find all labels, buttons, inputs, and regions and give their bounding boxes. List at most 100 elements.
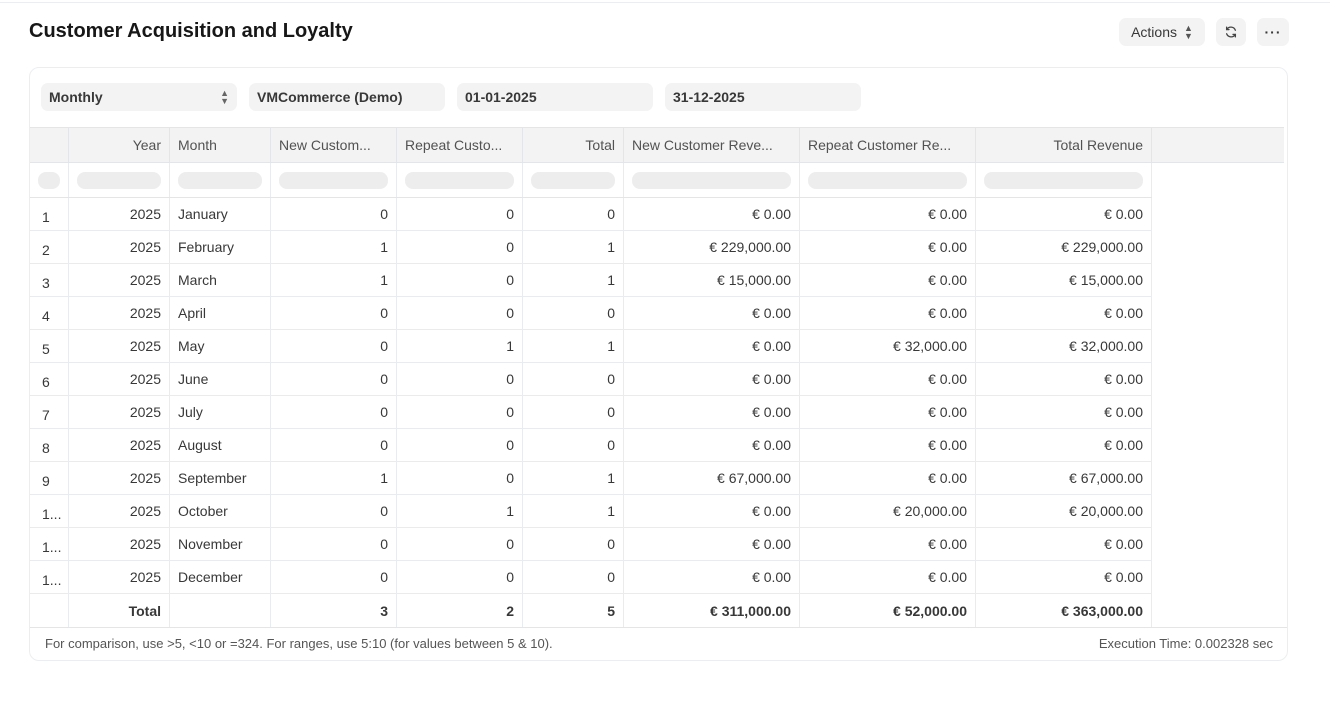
cell-repeat-revenue[interactable]: € 0.00: [800, 528, 976, 560]
table-row[interactable]: 8 2025 August 0 0 0 € 0.00 € 0.00 € 0.00: [30, 429, 1152, 462]
cell-new-revenue[interactable]: € 67,000.00: [624, 462, 800, 494]
cell-repeat-customers[interactable]: 1: [397, 495, 523, 527]
cell-month[interactable]: November: [170, 528, 271, 560]
cell-total-revenue[interactable]: € 20,000.00: [976, 495, 1152, 527]
cell-repeat-customers[interactable]: 0: [397, 264, 523, 296]
filter-cell-total[interactable]: [523, 163, 624, 197]
period-select[interactable]: Monthly ▲ ▼: [41, 83, 237, 111]
col-header-repeat-customer-revenue[interactable]: Repeat Customer Re...: [800, 128, 976, 162]
cell-repeat-revenue[interactable]: € 0.00: [800, 396, 976, 428]
cell-new-customers[interactable]: 0: [271, 363, 397, 395]
cell-total-revenue[interactable]: € 0.00: [976, 297, 1152, 329]
cell-repeat-revenue[interactable]: € 0.00: [800, 264, 976, 296]
filter-cell-repeat-revenue[interactable]: [800, 163, 976, 197]
cell-new-revenue[interactable]: € 0.00: [624, 198, 800, 230]
cell-total[interactable]: 0: [523, 429, 624, 461]
filter-cell-total-revenue[interactable]: [976, 163, 1152, 197]
cell-total-revenue[interactable]: € 15,000.00: [976, 264, 1152, 296]
table-row[interactable]: 1... 2025 November 0 0 0 € 0.00 € 0.00 € 0.00: [30, 528, 1152, 561]
cell-total-revenue[interactable]: € 67,000.00: [976, 462, 1152, 494]
cell-total[interactable]: 1: [523, 330, 624, 362]
col-header-new-customers[interactable]: New Custom...: [271, 128, 397, 162]
cell-repeat-revenue[interactable]: € 0.00: [800, 462, 976, 494]
company-field[interactable]: VMCommerce (Demo): [249, 83, 445, 111]
cell-total-revenue[interactable]: € 0.00: [976, 396, 1152, 428]
cell-new-revenue[interactable]: € 0.00: [624, 495, 800, 527]
cell-total[interactable]: 0: [523, 198, 624, 230]
cell-year[interactable]: 2025: [69, 396, 170, 428]
cell-new-revenue[interactable]: € 0.00: [624, 528, 800, 560]
cell-year[interactable]: 2025: [69, 495, 170, 527]
cell-total[interactable]: 0: [523, 528, 624, 560]
cell-new-customers[interactable]: 0: [271, 561, 397, 593]
cell-year[interactable]: 2025: [69, 528, 170, 560]
refresh-button[interactable]: [1216, 18, 1246, 46]
cell-new-revenue[interactable]: € 15,000.00: [624, 264, 800, 296]
cell-repeat-customers[interactable]: 0: [397, 396, 523, 428]
cell-total-revenue[interactable]: € 32,000.00: [976, 330, 1152, 362]
actions-button[interactable]: Actions ▲ ▼: [1119, 18, 1205, 46]
table-row[interactable]: 6 2025 June 0 0 0 € 0.00 € 0.00 € 0.00: [30, 363, 1152, 396]
cell-total-revenue[interactable]: € 0.00: [976, 429, 1152, 461]
table-row[interactable]: 4 2025 April 0 0 0 € 0.00 € 0.00 € 0.00: [30, 297, 1152, 330]
cell-new-revenue[interactable]: € 0.00: [624, 561, 800, 593]
table-row[interactable]: 5 2025 May 0 1 1 € 0.00 € 32,000.00 € 32,000.00: [30, 330, 1152, 363]
cell-total[interactable]: 0: [523, 396, 624, 428]
cell-new-customers[interactable]: 0: [271, 330, 397, 362]
cell-total[interactable]: 1: [523, 231, 624, 263]
cell-total-revenue[interactable]: € 0.00: [976, 198, 1152, 230]
cell-repeat-customers[interactable]: 0: [397, 363, 523, 395]
cell-total-revenue[interactable]: € 229,000.00: [976, 231, 1152, 263]
cell-repeat-customers[interactable]: 0: [397, 528, 523, 560]
col-header-month[interactable]: Month: [170, 128, 271, 162]
cell-total[interactable]: 0: [523, 297, 624, 329]
cell-year[interactable]: 2025: [69, 561, 170, 593]
cell-new-customers[interactable]: 0: [271, 528, 397, 560]
cell-month[interactable]: January: [170, 198, 271, 230]
cell-repeat-revenue[interactable]: € 0.00: [800, 297, 976, 329]
col-header-total[interactable]: Total: [523, 128, 624, 162]
table-row[interactable]: 1 2025 January 0 0 0 € 0.00 € 0.00 € 0.00: [30, 198, 1152, 231]
cell-new-revenue[interactable]: € 0.00: [624, 363, 800, 395]
filter-cell-repeat-customers[interactable]: [397, 163, 523, 197]
cell-month[interactable]: May: [170, 330, 271, 362]
cell-repeat-revenue[interactable]: € 0.00: [800, 231, 976, 263]
cell-total[interactable]: 0: [523, 363, 624, 395]
cell-new-revenue[interactable]: € 0.00: [624, 429, 800, 461]
cell-year[interactable]: 2025: [69, 297, 170, 329]
table-row[interactable]: 9 2025 September 1 0 1 € 67,000.00 € 0.00 € 67,0…: [30, 462, 1152, 495]
cell-total-revenue[interactable]: € 0.00: [976, 528, 1152, 560]
table-row[interactable]: 3 2025 March 1 0 1 € 15,000.00 € 0.00 € 15,000.0…: [30, 264, 1152, 297]
cell-total-revenue[interactable]: € 0.00: [976, 363, 1152, 395]
cell-repeat-customers[interactable]: 0: [397, 561, 523, 593]
cell-total[interactable]: 1: [523, 462, 624, 494]
cell-repeat-revenue[interactable]: € 0.00: [800, 198, 976, 230]
cell-new-revenue[interactable]: € 0.00: [624, 396, 800, 428]
cell-repeat-customers[interactable]: 0: [397, 198, 523, 230]
cell-repeat-revenue[interactable]: € 0.00: [800, 363, 976, 395]
cell-new-customers[interactable]: 0: [271, 495, 397, 527]
cell-new-revenue[interactable]: € 0.00: [624, 297, 800, 329]
cell-year[interactable]: 2025: [69, 462, 170, 494]
cell-new-revenue[interactable]: € 0.00: [624, 330, 800, 362]
cell-new-customers[interactable]: 1: [271, 231, 397, 263]
cell-year[interactable]: 2025: [69, 429, 170, 461]
more-options-button[interactable]: ···: [1257, 18, 1289, 46]
from-date-field[interactable]: 01-01-2025: [457, 83, 653, 111]
cell-month[interactable]: April: [170, 297, 271, 329]
cell-repeat-revenue[interactable]: € 0.00: [800, 429, 976, 461]
cell-repeat-customers[interactable]: 0: [397, 297, 523, 329]
cell-month[interactable]: December: [170, 561, 271, 593]
cell-year[interactable]: 2025: [69, 330, 170, 362]
cell-repeat-revenue[interactable]: € 32,000.00: [800, 330, 976, 362]
cell-month[interactable]: February: [170, 231, 271, 263]
cell-new-customers[interactable]: 1: [271, 264, 397, 296]
table-row[interactable]: 2 2025 February 1 0 1 € 229,000.00 € 0.00 € 229,…: [30, 231, 1152, 264]
cell-repeat-customers[interactable]: 0: [397, 462, 523, 494]
cell-month[interactable]: September: [170, 462, 271, 494]
cell-total[interactable]: 0: [523, 561, 624, 593]
cell-new-customers[interactable]: 0: [271, 198, 397, 230]
cell-total[interactable]: 1: [523, 495, 624, 527]
cell-new-customers[interactable]: 0: [271, 429, 397, 461]
cell-repeat-revenue[interactable]: € 0.00: [800, 561, 976, 593]
